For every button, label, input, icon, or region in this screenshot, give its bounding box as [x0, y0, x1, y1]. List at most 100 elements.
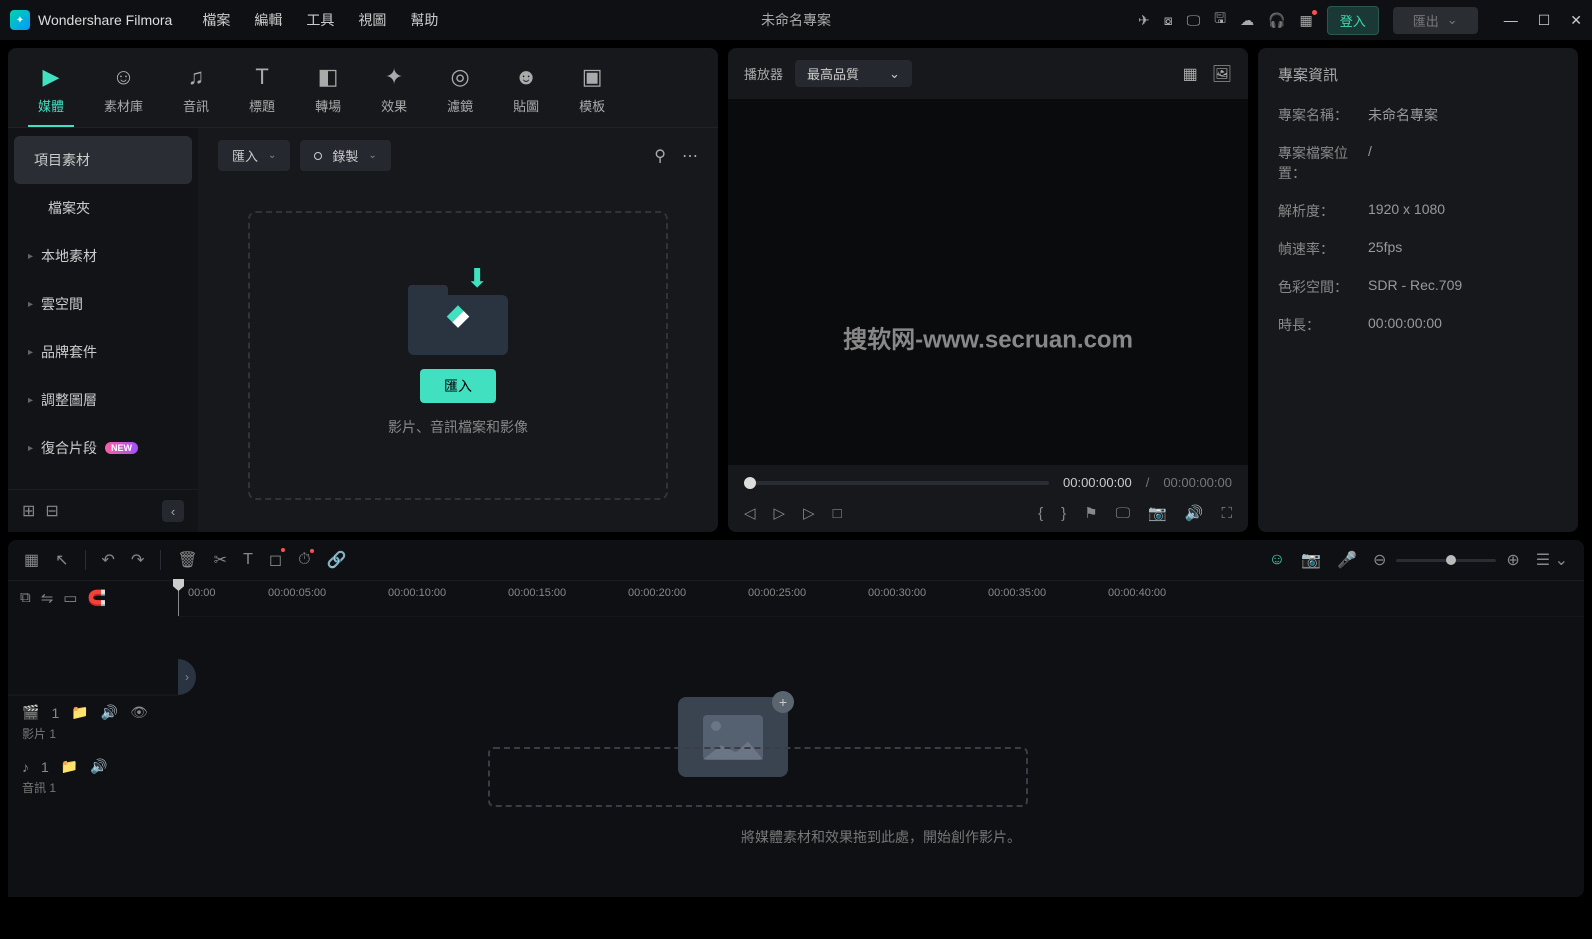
mark-in-icon[interactable]: {	[1038, 505, 1043, 522]
info-value-name: 未命名專案	[1368, 105, 1438, 125]
sidebar-item-compound[interactable]: ▸復合片段NEW	[8, 424, 198, 472]
import-dropdown[interactable]: 匯入⌄	[218, 140, 290, 171]
visibility-icon[interactable]: 👁	[130, 704, 148, 721]
play-icon[interactable]: ▷	[803, 504, 815, 522]
tab-templates[interactable]: ▣模板	[569, 58, 615, 127]
timeline-ruler[interactable]: 00:00 00:00:05:00 00:00:10:00 00:00:15:0…	[178, 581, 1584, 617]
link-icon[interactable]: 🔗	[327, 550, 347, 570]
tab-stickers[interactable]: ☻貼圖	[503, 58, 549, 127]
folder-icon[interactable]: 📁	[61, 758, 78, 775]
volume-icon[interactable]: 🔊	[1185, 504, 1204, 522]
tab-effects[interactable]: ✦效果	[371, 58, 417, 127]
split-icon[interactable]: ✂	[214, 550, 227, 570]
timeline-tracks[interactable]: 00:00 00:00:05:00 00:00:10:00 00:00:15:0…	[178, 581, 1584, 897]
modules-icon[interactable]: ▦	[24, 550, 39, 570]
picture-icon[interactable]: 🖼	[1212, 64, 1232, 84]
export-button[interactable]: 匯出⌄	[1393, 7, 1478, 34]
maximize-button[interactable]: ☐	[1538, 12, 1551, 29]
sidebar-item-project-media[interactable]: 項目素材	[14, 136, 192, 184]
tab-stock[interactable]: ☺素材庫	[94, 58, 153, 127]
menu-file[interactable]: 檔案	[202, 10, 230, 30]
view-options-icon[interactable]: ☰ ⌄	[1536, 550, 1568, 570]
more-icon[interactable]: ⋯	[682, 146, 698, 166]
mute-icon[interactable]: 🔊	[101, 704, 118, 721]
filter-icon[interactable]: ⚲	[654, 146, 666, 166]
undo-icon[interactable]: ↶	[102, 550, 115, 570]
redo-icon[interactable]: ↷	[131, 550, 144, 570]
scrubber[interactable]	[744, 481, 1049, 485]
mark-out-icon[interactable]: }	[1061, 505, 1066, 522]
headset-icon[interactable]: 🎧	[1268, 12, 1285, 29]
prev-frame-icon[interactable]: ◁	[744, 504, 756, 522]
menu-edit[interactable]: 編輯	[254, 10, 282, 30]
record-icon[interactable]: ⧇	[1164, 12, 1173, 29]
scrubber-thumb[interactable]	[744, 477, 756, 489]
playhead[interactable]	[178, 581, 179, 616]
ai-icon[interactable]: ☺	[1269, 551, 1285, 569]
preview-viewport[interactable]: 搜软网-www.secruan.com	[728, 99, 1248, 465]
cursor-icon[interactable]: ↖	[55, 550, 68, 570]
chevron-right-icon: ▸	[28, 299, 33, 310]
menu-view[interactable]: 視圖	[358, 10, 386, 30]
tab-media[interactable]: ▶媒體	[28, 58, 74, 127]
audio-track-header[interactable]: ♪1 📁 🔊 音訊 1	[8, 750, 178, 804]
zoom-slider[interactable]	[1396, 559, 1496, 562]
desktop-icon[interactable]: 🖵	[1187, 12, 1201, 29]
text-icon[interactable]: T	[243, 551, 253, 569]
send-icon[interactable]: ✈	[1138, 12, 1150, 29]
sidebar-item-local[interactable]: ▸本地素材	[8, 232, 198, 280]
plus-icon: +	[772, 691, 794, 713]
collapse-sidebar-button[interactable]: ‹	[162, 500, 184, 522]
mic-icon[interactable]: 🎤	[1337, 550, 1357, 570]
zoom-out-icon[interactable]: ⊖	[1373, 550, 1386, 570]
zoom-in-icon[interactable]: ⊕	[1506, 550, 1519, 570]
tab-titles[interactable]: T標題	[239, 58, 285, 127]
info-label-duration: 時長：	[1278, 315, 1368, 335]
menu-help[interactable]: 幫助	[410, 10, 438, 30]
close-button[interactable]: ✕	[1570, 12, 1582, 29]
app-logo-icon: ✦	[10, 10, 30, 30]
quality-dropdown[interactable]: 最高品質⌄	[795, 60, 912, 87]
sidebar-item-brand[interactable]: ▸品牌套件	[8, 328, 198, 376]
record-dropdown[interactable]: 錄製⌄	[300, 140, 390, 171]
tl-magnet-icon[interactable]: 🧲	[87, 589, 106, 607]
tab-audio[interactable]: ♫音訊	[173, 58, 219, 127]
player-label: 播放器	[744, 64, 783, 83]
folder-icon[interactable]: 📁	[71, 704, 88, 721]
crop-icon[interactable]: ◻	[269, 550, 282, 570]
menu-tools[interactable]: 工具	[306, 10, 334, 30]
tl-mode2-icon[interactable]: ⇋	[41, 589, 54, 607]
marker-icon[interactable]: ⚑	[1084, 504, 1097, 522]
delete-icon[interactable]: 🗑	[177, 550, 197, 570]
fullscreen-icon[interactable]: ⛶	[1221, 505, 1232, 522]
cloud-icon[interactable]: ☁	[1240, 12, 1254, 29]
tl-mode3-icon[interactable]: ▭	[63, 589, 77, 607]
mute-icon[interactable]: 🔊	[90, 758, 107, 775]
apps-icon[interactable]: ▦	[1300, 12, 1313, 29]
next-frame-icon[interactable]: ▷	[774, 504, 786, 522]
grid-view-icon[interactable]: ▦	[1183, 64, 1198, 84]
login-button[interactable]: 登入	[1327, 6, 1379, 35]
info-panel: 專案資訊 專案名稱：未命名專案 專案檔案位置：/ 解析度：1920 x 1080…	[1258, 48, 1578, 532]
zoom-thumb[interactable]	[1446, 555, 1456, 565]
sidebar-item-adjust-layer[interactable]: ▸調整圖層	[8, 376, 198, 424]
tl-mode1-icon[interactable]: ⧉	[20, 589, 31, 607]
import-button[interactable]: 匯入	[420, 369, 496, 403]
speed-icon[interactable]: ⏱	[298, 551, 310, 569]
sidebar-item-cloud[interactable]: ▸雲空間	[8, 280, 198, 328]
display-icon[interactable]: 🖵	[1116, 505, 1130, 522]
minimize-button[interactable]: —	[1504, 12, 1518, 29]
timeline-panel: ▦ ↖ ↶ ↷ 🗑 ✂ T ◻ ⏱ 🔗 ☺ 📷 🎤 ⊖ ⊕ ☰ ⌄ ⧉ ⇋ ▭ …	[8, 540, 1584, 897]
snapshot-icon[interactable]: 📷	[1148, 504, 1167, 522]
stop-icon[interactable]: □	[833, 505, 842, 522]
tab-transitions[interactable]: ◧轉場	[305, 58, 351, 127]
sidebar-item-folder[interactable]: 檔案夾	[8, 184, 198, 232]
timeline-dropzone[interactable]	[488, 747, 1028, 807]
camera-icon[interactable]: 📷	[1301, 550, 1321, 570]
folder-remove-icon[interactable]: ⊟	[45, 501, 58, 521]
import-dropzone[interactable]: ⬇ 匯入 影片、音訊檔案和影像	[248, 211, 668, 500]
save-icon[interactable]: 🖫	[1214, 8, 1226, 32]
new-folder-icon[interactable]: ⊞	[22, 501, 35, 521]
tab-filters[interactable]: ◎濾鏡	[437, 58, 483, 127]
video-track-header[interactable]: 🎬1 📁 🔊 👁 影片 1	[8, 696, 178, 750]
